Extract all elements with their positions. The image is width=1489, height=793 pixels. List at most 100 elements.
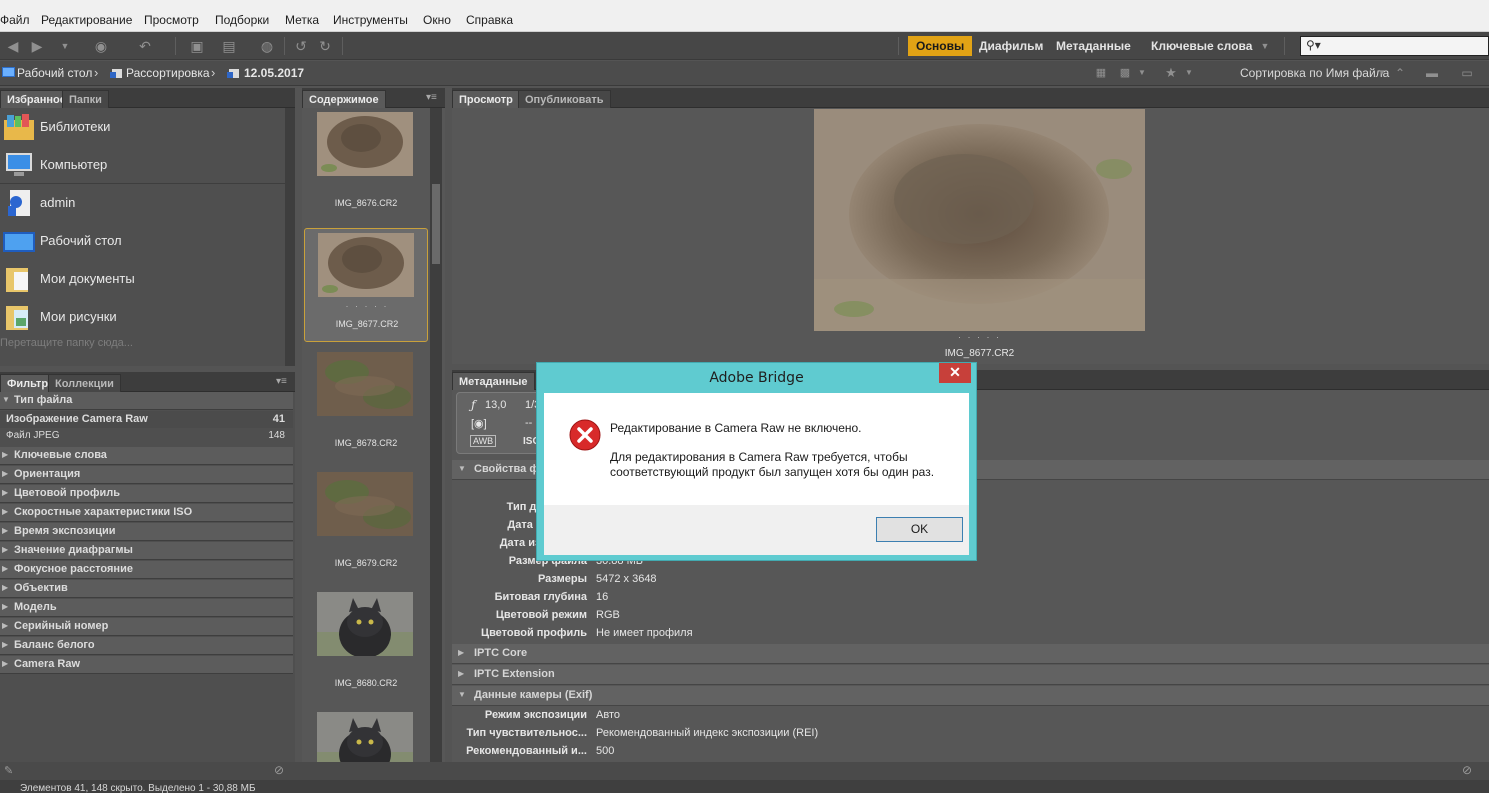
filter-group[interactable]: ▶ Ключевые слова bbox=[0, 447, 293, 465]
forward-arrow-icon[interactable]: ▶ bbox=[28, 37, 46, 55]
thumbnail-cell[interactable]: IMG_8679.CR2 bbox=[304, 468, 428, 582]
chevron-down-icon[interactable]: ▼ bbox=[1180, 64, 1198, 82]
tab-metadata[interactable]: Метаданные bbox=[452, 372, 535, 390]
filter-group[interactable]: ▶ Ориентация bbox=[0, 466, 293, 484]
tab-folders[interactable]: Папки bbox=[62, 90, 109, 108]
thumbnail-cell[interactable]: · · · · · IMG_8677.CR2 bbox=[304, 228, 428, 342]
favorite-documents[interactable]: Мои документы bbox=[0, 260, 285, 298]
sort-ascending-icon[interactable]: ⌃ bbox=[1391, 64, 1409, 82]
folder-icon[interactable]: ▭ bbox=[1458, 64, 1476, 82]
favorite-pictures[interactable]: Мои рисунки bbox=[0, 298, 285, 336]
tab-filter[interactable]: Фильтр bbox=[0, 374, 56, 392]
clear-filter-icon[interactable]: ⊘ bbox=[1462, 763, 1472, 777]
workspace-metadata[interactable]: Метаданные bbox=[1048, 36, 1139, 56]
section-iptc-extension[interactable]: ▶ IPTC Extension bbox=[452, 665, 1489, 685]
filter-group[interactable]: ▶ Баланс белого bbox=[0, 637, 293, 655]
favorite-desktop[interactable]: Рабочий стол bbox=[0, 222, 285, 260]
favorite-libraries[interactable]: Библиотеки bbox=[0, 108, 285, 146]
thumbnail-cell[interactable]: IMG_8676.CR2 bbox=[304, 108, 428, 222]
metadata-value[interactable]: RGB bbox=[596, 609, 620, 621]
tab-collections[interactable]: Коллекции bbox=[48, 374, 121, 392]
filter-group[interactable]: ▶ Время экспозиции bbox=[0, 523, 293, 541]
panel-menu-icon[interactable]: ▾≡ bbox=[276, 376, 287, 387]
menu-label[interactable]: Метка bbox=[285, 13, 319, 27]
metadata-value[interactable]: 5472 x 3648 bbox=[596, 573, 657, 585]
panel-menu-icon[interactable]: ▾≡ bbox=[426, 92, 437, 103]
filter-group[interactable]: ▶ Объектив bbox=[0, 580, 293, 598]
menu-file[interactable]: Файл bbox=[0, 13, 30, 27]
favorites-scrollbar[interactable] bbox=[285, 108, 295, 366]
rotate-right-icon[interactable]: ↻ bbox=[316, 37, 334, 55]
filter-group[interactable]: ▶ Фокусное расстояние bbox=[0, 561, 293, 579]
ok-button[interactable]: OK bbox=[876, 517, 963, 542]
status-bar: Элементов 41, 148 скрыто. Выделено 1 - 3… bbox=[0, 780, 1489, 793]
metadata-value[interactable]: Авто bbox=[596, 709, 620, 721]
section-exif[interactable]: ▼ Данные камеры (Exif) bbox=[452, 686, 1489, 706]
pin-icon[interactable]: ✎ bbox=[4, 764, 13, 777]
rating-dots[interactable]: · · · · · bbox=[814, 332, 1145, 342]
preview-image[interactable] bbox=[814, 109, 1145, 331]
thumbnail-cell[interactable]: IMG_8680.CR2 bbox=[304, 588, 428, 702]
rating-dots[interactable]: · · · · · bbox=[305, 301, 429, 311]
metadata-value[interactable]: 16 bbox=[596, 591, 608, 603]
review-mode-icon[interactable]: ▩ bbox=[1116, 64, 1134, 82]
menu-tools[interactable]: Инструменты bbox=[333, 13, 408, 27]
toolbar-divider bbox=[342, 37, 343, 55]
filter-group[interactable]: ▶ Скоростные характеристики ISO bbox=[0, 504, 293, 522]
metadata-value[interactable]: Не имеет профиля bbox=[596, 627, 693, 639]
rotate-left-icon[interactable]: ↺ bbox=[292, 37, 310, 55]
filter-group-file-type[interactable]: ▼ Тип файла bbox=[0, 392, 293, 410]
chevron-down-icon[interactable]: ▼ bbox=[1133, 64, 1151, 82]
tab-publish[interactable]: Опубликовать bbox=[518, 90, 611, 108]
close-icon[interactable]: ✕ bbox=[939, 363, 971, 383]
favorite-admin[interactable]: admin bbox=[0, 184, 285, 222]
filter-group[interactable]: ▶ Camera Raw bbox=[0, 656, 293, 674]
menu-stacks[interactable]: Подборки bbox=[215, 13, 269, 27]
content-scrollbar[interactable] bbox=[430, 108, 442, 766]
menu-view[interactable]: Просмотр bbox=[144, 13, 199, 27]
thumbnail-quality-icon[interactable]: ▦ bbox=[1092, 64, 1110, 82]
favorites-tabbar: Избранное Папки bbox=[0, 88, 295, 108]
filter-item-jpeg[interactable]: Файл JPEG 148 bbox=[0, 428, 293, 445]
dialog-titlebar[interactable]: Adobe Bridge bbox=[537, 363, 976, 393]
section-iptc-core[interactable]: ▶ IPTC Core bbox=[452, 644, 1489, 664]
scrollbar-thumb[interactable] bbox=[432, 184, 440, 264]
menu-help[interactable]: Справка bbox=[466, 13, 513, 27]
metadata-value[interactable]: Рекомендованный индекс экспозиции (REI) bbox=[596, 727, 818, 739]
sort-dropdown[interactable]: Сортировка по Имя файла bbox=[1240, 66, 1389, 80]
breadcrumb-desktop[interactable]: Рабочий стол bbox=[17, 66, 92, 80]
tab-preview[interactable]: Просмотр bbox=[452, 90, 520, 108]
camera-icon[interactable]: ▣ bbox=[188, 37, 206, 55]
filter-item-camera-raw[interactable]: Изображение Camera Raw 41 bbox=[0, 411, 293, 428]
thumbnail-filename: IMG_8677.CR2 bbox=[335, 319, 399, 329]
breadcrumb-current[interactable]: 12.05.2017 bbox=[244, 66, 304, 80]
menu-window[interactable]: Окно bbox=[423, 13, 451, 27]
metadata-value[interactable]: 500 bbox=[596, 745, 614, 757]
back-arrow-icon[interactable]: ◀ bbox=[4, 37, 22, 55]
metadata-key: Цветовой режим bbox=[495, 609, 587, 621]
menu-edit[interactable]: Редактирование bbox=[41, 13, 132, 27]
metadata-row: Размеры 5472 x 3648 bbox=[452, 571, 1489, 589]
new-folder-icon[interactable]: ▬ bbox=[1423, 64, 1441, 82]
filter-group[interactable]: ▶ Серийный номер bbox=[0, 618, 293, 636]
workspace-keywords[interactable]: Ключевые слова bbox=[1143, 36, 1260, 56]
boomerang-icon[interactable]: ↶ bbox=[136, 37, 154, 55]
workspace-essentials[interactable]: Основы bbox=[908, 36, 973, 56]
workspace-filmstrip[interactable]: Диафильм bbox=[971, 36, 1051, 56]
thumbnail-cell[interactable]: IMG_8678.CR2 bbox=[304, 348, 428, 462]
search-input[interactable]: ⚲▾ bbox=[1300, 36, 1489, 56]
star-filter-icon[interactable]: ★ bbox=[1162, 64, 1180, 82]
chevron-down-icon[interactable]: ▼ bbox=[1373, 64, 1391, 82]
clear-filter-icon[interactable]: ⊘ bbox=[274, 763, 284, 777]
open-recent-icon[interactable]: ◍ bbox=[258, 37, 276, 55]
reveal-icon[interactable]: ◉ bbox=[92, 37, 110, 55]
favorite-computer[interactable]: Компьютер bbox=[0, 146, 285, 184]
filter-group[interactable]: ▶ Цветовой профиль bbox=[0, 485, 293, 503]
breadcrumb-sorting[interactable]: Рассортировка bbox=[126, 66, 210, 80]
workspace-dropdown-icon[interactable]: ▼ bbox=[1256, 37, 1274, 55]
tab-content[interactable]: Содержимое bbox=[302, 90, 386, 108]
filter-group[interactable]: ▶ Модель bbox=[0, 599, 293, 617]
refine-icon[interactable]: ▤ bbox=[220, 37, 238, 55]
filter-group[interactable]: ▶ Значение диафрагмы bbox=[0, 542, 293, 560]
history-dropdown-icon[interactable]: ▼ bbox=[56, 37, 74, 55]
